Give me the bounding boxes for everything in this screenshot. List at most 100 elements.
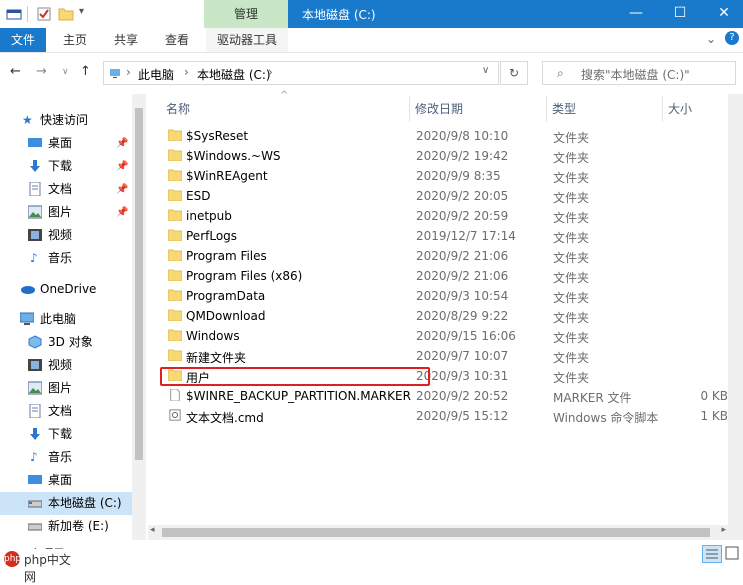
folder-icon: [168, 149, 182, 161]
nav-label: 桌面: [48, 136, 73, 150]
nav-videos-quick[interactable]: 视频: [0, 224, 132, 247]
nav-label: 文档: [48, 182, 73, 196]
horizontal-scrollbar-thumb[interactable]: [162, 528, 710, 537]
nav-desktop-pinned[interactable]: 桌面 📌: [0, 132, 132, 155]
breadcrumb-separator-icon: ›: [126, 65, 131, 79]
up-icon[interactable]: ↑: [80, 64, 91, 79]
details-view-button[interactable]: [702, 545, 722, 563]
nav-label: 视频: [48, 358, 73, 372]
tab-drive-tools[interactable]: 驱动器工具: [206, 28, 288, 52]
file-name: inetpub: [186, 209, 232, 223]
recent-locations-icon[interactable]: ∨: [62, 67, 69, 77]
breadcrumb-local-disk[interactable]: 本地磁盘 (C:): [197, 66, 271, 83]
this-pc-icon: [110, 69, 120, 78]
scroll-left-icon[interactable]: ◂: [150, 525, 155, 535]
nav-desktop[interactable]: 桌面: [0, 469, 132, 492]
file-row[interactable]: $WinREAgent 2020/9/9 8:35 文件夹: [160, 166, 728, 186]
tab-view[interactable]: 查看: [157, 28, 197, 52]
nav-this-pc[interactable]: 此电脑: [0, 308, 132, 331]
file-row[interactable]: 新建文件夹 2020/9/7 10:07 文件夹: [160, 346, 728, 366]
column-header-size[interactable]: 大小: [668, 100, 692, 117]
address-dropdown-icon[interactable]: ∨: [482, 65, 489, 76]
file-row[interactable]: ESD 2020/9/2 20:05 文件夹: [160, 186, 728, 206]
breadcrumb-this-pc[interactable]: 此电脑: [138, 66, 174, 83]
column-divider[interactable]: [409, 96, 410, 122]
file-type: 文件夹: [553, 251, 590, 265]
nav-3d-objects[interactable]: 3D 对象: [0, 331, 132, 354]
ribbon-expand-icon[interactable]: ⌄: [706, 32, 716, 46]
file-name: ProgramData: [186, 289, 266, 303]
refresh-button[interactable]: ↻: [500, 61, 528, 85]
address-bar[interactable]: › 此电脑 › 本地磁盘 (C:) › ∨: [103, 61, 499, 85]
nav-local-disk-c[interactable]: 本地磁盘 (C:): [0, 492, 132, 515]
tab-manage[interactable]: 管理: [204, 0, 288, 28]
file-row[interactable]: inetpub 2020/9/2 20:59 文件夹: [160, 206, 728, 226]
nav-label: 3D 对象: [48, 335, 93, 349]
file-name: $SysReset: [186, 129, 249, 143]
nav-documents[interactable]: 文档: [0, 400, 132, 423]
file-row[interactable]: 文本文档.cmd 2020/9/5 15:12 Windows 命令脚本 1 KB: [160, 406, 728, 426]
list-scrollbar[interactable]: [728, 94, 743, 540]
column-divider[interactable]: [662, 96, 663, 122]
nav-music-quick[interactable]: ♪ 音乐: [0, 247, 132, 270]
download-icon: [30, 160, 40, 172]
large-icons-view-button[interactable]: [724, 545, 740, 561]
pin-icon[interactable]: 📌: [116, 132, 128, 155]
pin-icon[interactable]: 📌: [116, 155, 128, 178]
nav-label: 音乐: [48, 450, 73, 464]
file-row[interactable]: Program Files 2020/9/2 21:06 文件夹: [160, 246, 728, 266]
file-row[interactable]: QMDownload 2020/8/29 9:22 文件夹: [160, 306, 728, 326]
nav-downloads[interactable]: 下载: [0, 423, 132, 446]
help-button[interactable]: ?: [725, 31, 739, 45]
file-name: $WinREAgent: [186, 169, 268, 183]
search-box[interactable]: ⌕ 搜索"本地磁盘 (C:)": [542, 61, 736, 85]
column-header-type[interactable]: 类型: [552, 100, 576, 117]
search-placeholder[interactable]: 搜索"本地磁盘 (C:)": [581, 66, 690, 83]
pin-icon[interactable]: 📌: [116, 201, 128, 224]
file-row[interactable]: Windows 2020/9/15 16:06 文件夹: [160, 326, 728, 346]
computer-icon: [20, 312, 34, 325]
maximize-button[interactable]: ☐: [657, 0, 703, 28]
file-row[interactable]: $SysReset 2020/9/8 10:10 文件夹: [160, 126, 728, 146]
file-row[interactable]: Program Files (x86) 2020/9/2 21:06 文件夹: [160, 266, 728, 286]
file-row[interactable]: $Windows.~WS 2020/9/2 19:42 文件夹: [160, 146, 728, 166]
properties-icon[interactable]: [6, 6, 22, 22]
file-name: 新建文件夹: [186, 351, 247, 365]
column-header-name[interactable]: 名称: [166, 100, 190, 117]
nav-onedrive[interactable]: OneDrive: [0, 278, 132, 301]
new-folder-icon[interactable]: [58, 6, 74, 22]
file-row[interactable]: $WINRE_BACKUP_PARTITION.MARKER 2020/9/2 2…: [160, 386, 728, 406]
pin-icon[interactable]: 📌: [116, 178, 128, 201]
tab-file[interactable]: 文件: [0, 28, 46, 52]
nav-videos[interactable]: 视频: [0, 354, 132, 377]
folder-icon: [168, 229, 182, 241]
scroll-right-icon[interactable]: ▸: [721, 525, 726, 535]
nav-music[interactable]: ♪ 音乐: [0, 446, 132, 469]
check-icon[interactable]: [36, 6, 52, 22]
nav-label: 桌面: [48, 473, 73, 487]
nav-quick-access[interactable]: ★ 快速访问: [0, 109, 132, 132]
nav-documents-pinned[interactable]: 文档 📌: [0, 178, 132, 201]
drive-icon: [28, 523, 42, 531]
close-button[interactable]: ✕: [701, 0, 743, 28]
nav-downloads-pinned[interactable]: 下载 📌: [0, 155, 132, 178]
file-type: 文件夹: [553, 351, 590, 365]
file-row[interactable]: PerfLogs 2019/12/7 17:14 文件夹: [160, 226, 728, 246]
folder-icon: [168, 249, 182, 261]
nav-pictures[interactable]: 图片: [0, 377, 132, 400]
file-type: 文件夹: [553, 331, 590, 345]
forward-icon[interactable]: →: [36, 64, 47, 79]
nav-new-volume-e[interactable]: 新加卷 (E:): [0, 515, 132, 538]
file-row[interactable]: ProgramData 2020/9/3 10:54 文件夹: [160, 286, 728, 306]
file-date: 2020/8/29 9:22: [416, 309, 509, 323]
folder-icon: [168, 329, 182, 341]
tab-share[interactable]: 共享: [106, 28, 146, 52]
tab-home[interactable]: 主页: [55, 28, 95, 52]
column-divider[interactable]: [546, 96, 547, 122]
minimize-button[interactable]: —: [613, 0, 659, 28]
nav-scrollbar-thumb[interactable]: [135, 108, 143, 460]
column-header-date[interactable]: 修改日期: [415, 100, 463, 117]
customize-dropdown-icon[interactable]: ▾: [79, 6, 84, 17]
nav-pictures-pinned[interactable]: 图片 📌: [0, 201, 132, 224]
back-icon[interactable]: ←: [10, 64, 21, 79]
